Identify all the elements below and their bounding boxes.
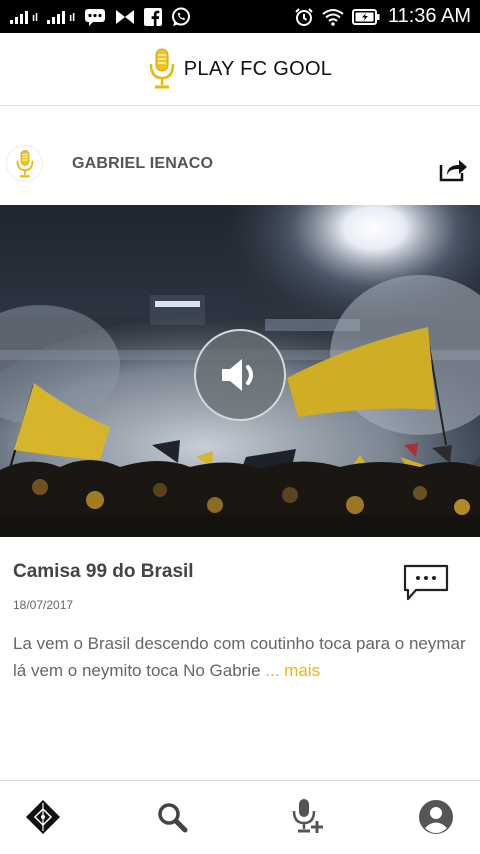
- add-recording-icon: [292, 799, 323, 833]
- comment-icon[interactable]: [402, 563, 450, 603]
- home-icon: [26, 800, 60, 834]
- profile-icon: [419, 800, 453, 834]
- search-icon: [158, 803, 188, 833]
- facebook-icon: [144, 7, 163, 26]
- signal-1-label: ıl: [32, 11, 39, 24]
- wifi-icon: [322, 8, 344, 26]
- bottom-nav: [0, 780, 480, 854]
- post-description-text: La vem o Brasil descendo com coutinho to…: [13, 634, 466, 680]
- status-bar: ıl ıl 11:36 AM: [0, 0, 480, 33]
- app-header: PLAY FC GOOL: [0, 33, 480, 106]
- signal-icon: ıl: [10, 10, 38, 24]
- signal-2-label: ıl: [69, 11, 76, 24]
- audio-play-button[interactable]: [194, 329, 286, 421]
- nav-search[interactable]: [152, 797, 192, 837]
- nav-profile[interactable]: [416, 797, 456, 837]
- post-header: GABRIEL IENACO: [0, 130, 480, 192]
- chat-icon: [85, 8, 106, 26]
- speaker-icon: [222, 359, 253, 391]
- microphone-icon: [149, 48, 175, 89]
- status-left-icons: ıl ıl: [0, 7, 191, 27]
- bowtie-icon: [116, 9, 135, 24]
- post-date: 18/07/2017: [13, 598, 74, 612]
- share-icon[interactable]: [438, 156, 468, 182]
- nav-home[interactable]: [23, 797, 63, 837]
- alarm-icon: [295, 7, 313, 26]
- whatsapp-icon: [172, 7, 191, 26]
- microphone-icon: [16, 149, 33, 177]
- signal-icon: ıl: [47, 10, 75, 24]
- post-title: Camisa 99 do Brasil: [13, 561, 194, 582]
- author-name[interactable]: GABRIEL IENACO: [72, 155, 213, 173]
- post-media-image[interactable]: [0, 205, 480, 537]
- post-description: La vem o Brasil descendo com coutinho to…: [13, 630, 471, 684]
- nav-add-recording[interactable]: [287, 797, 327, 837]
- battery-icon: [351, 8, 380, 25]
- status-time: 11:36 AM: [387, 5, 471, 27]
- status-right-icons: 11:36 AM: [294, 5, 480, 28]
- author-avatar[interactable]: [6, 145, 43, 182]
- app-title: PLAY FC GOOL: [183, 57, 333, 80]
- more-link[interactable]: ... mais: [265, 661, 320, 680]
